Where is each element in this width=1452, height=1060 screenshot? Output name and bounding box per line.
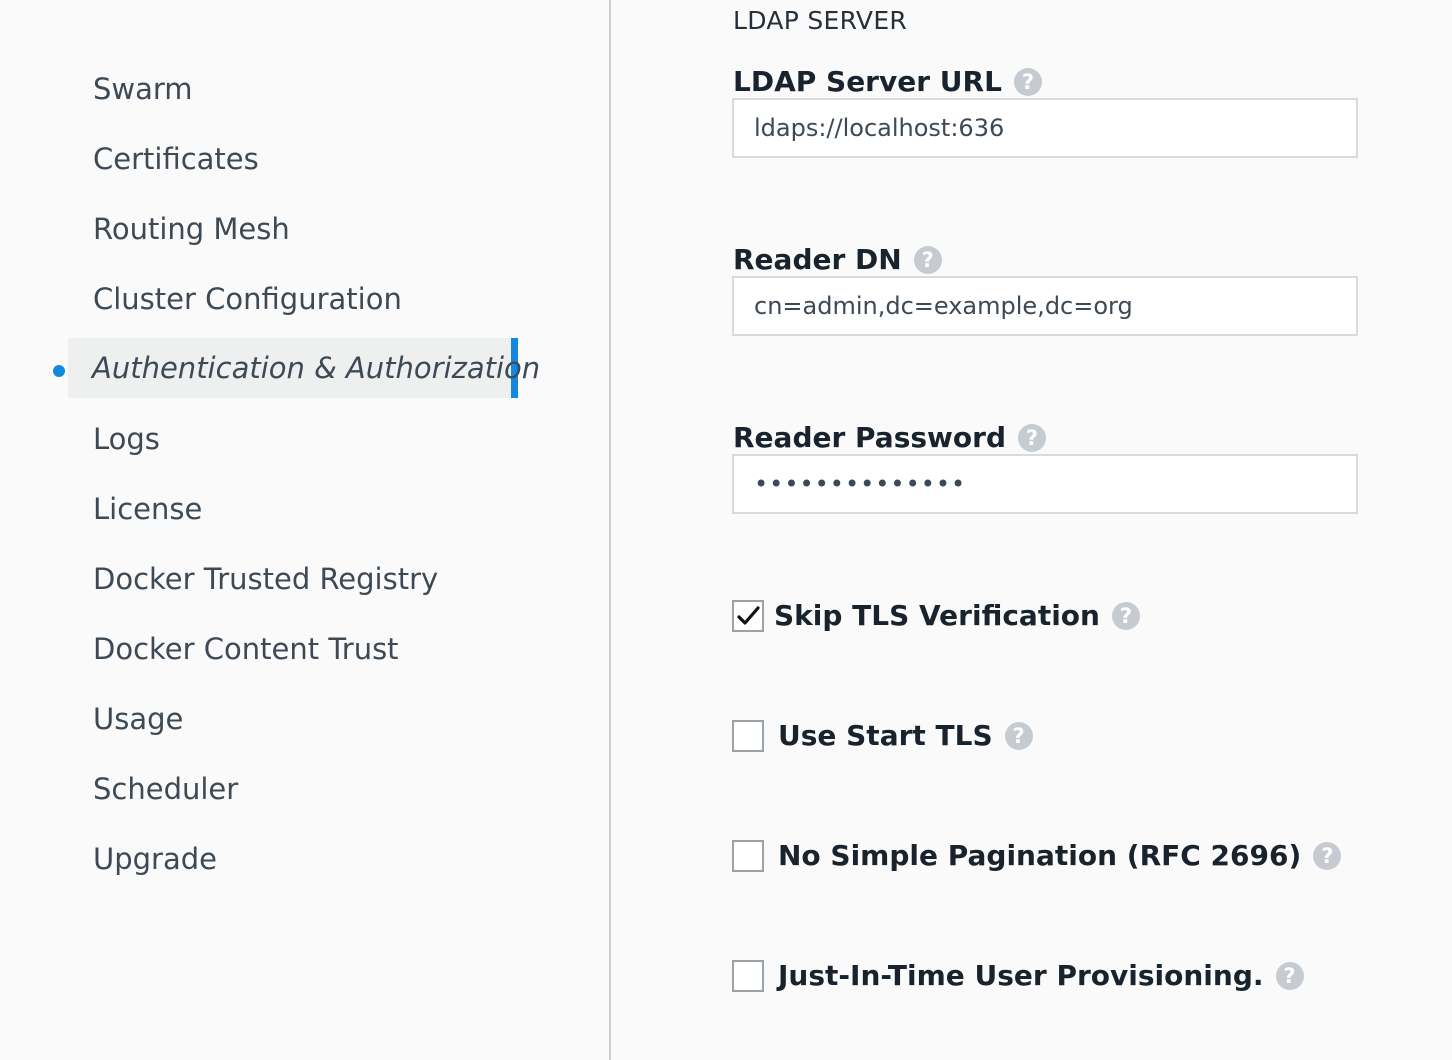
ldap-settings-panel: LDAP SERVER LDAP Server URL ? Reader DN … <box>611 0 1452 1060</box>
sidebar-item-logs[interactable]: Logs <box>93 409 160 469</box>
help-icon[interactable]: ? <box>1013 68 1042 96</box>
sidebar-item-upgrade[interactable]: Upgrade <box>93 829 217 889</box>
start-tls-option: Use Start TLS ? <box>732 718 1033 754</box>
ldap-server-url-label-text: LDAP Server URL <box>733 65 1002 98</box>
sidebar-item-cluster-configuration[interactable]: Cluster Configuration <box>93 269 402 329</box>
reader-dn-label: Reader DN ? <box>733 242 942 278</box>
start-tls-checkbox[interactable] <box>732 720 764 752</box>
jit-provisioning-label[interactable]: Just-In-Time User Provisioning. <box>778 958 1264 994</box>
jit-provisioning-option: Just-In-Time User Provisioning. ? <box>732 958 1304 994</box>
settings-page: Swarm Certificates Routing Mesh Cluster … <box>0 0 1452 1060</box>
sidebar-item-license[interactable]: License <box>93 479 202 539</box>
help-icon[interactable]: ? <box>913 246 942 274</box>
reader-password-label-text: Reader Password <box>733 421 1006 454</box>
reader-dn-label-text: Reader DN <box>733 243 902 276</box>
help-icon[interactable]: ? <box>1111 602 1140 630</box>
help-icon[interactable]: ? <box>1018 424 1046 452</box>
sidebar-item-routing-mesh[interactable]: Routing Mesh <box>93 199 290 259</box>
skip-tls-label[interactable]: Skip TLS Verification <box>774 598 1100 634</box>
help-icon[interactable]: ? <box>1275 962 1304 990</box>
section-title: LDAP SERVER <box>733 6 908 35</box>
settings-sidebar: Swarm Certificates Routing Mesh Cluster … <box>0 0 610 1060</box>
skip-tls-option: Skip TLS Verification ? <box>732 598 1140 634</box>
active-dot-icon <box>53 365 65 377</box>
reader-dn-input[interactable] <box>732 276 1358 336</box>
sidebar-item-swarm[interactable]: Swarm <box>93 59 193 119</box>
ldap-server-url-label: LDAP Server URL ? <box>733 64 1042 100</box>
sidebar-item-authentication-authorization[interactable]: Authentication & Authorization <box>68 338 540 398</box>
sidebar-item-docker-trusted-registry[interactable]: Docker Trusted Registry <box>93 549 438 609</box>
start-tls-label[interactable]: Use Start TLS <box>778 718 993 754</box>
jit-provisioning-checkbox[interactable] <box>732 960 764 992</box>
no-pagination-checkbox[interactable] <box>732 840 764 872</box>
checkmark-icon <box>737 606 760 625</box>
help-icon[interactable]: ? <box>1004 722 1033 750</box>
ldap-server-url-input[interactable] <box>732 98 1358 158</box>
sidebar-item-docker-content-trust[interactable]: Docker Content Trust <box>93 619 399 679</box>
sidebar-item-usage[interactable]: Usage <box>93 689 183 749</box>
help-icon[interactable]: ? <box>1313 842 1342 870</box>
skip-tls-checkbox[interactable] <box>732 600 764 632</box>
reader-password-input[interactable] <box>732 454 1358 514</box>
no-pagination-option: No Simple Pagination (RFC 2696) ? <box>732 838 1342 874</box>
sidebar-item-certificates[interactable]: Certificates <box>93 129 259 189</box>
sidebar-item-scheduler[interactable]: Scheduler <box>93 759 238 819</box>
reader-password-label: Reader Password ? <box>733 420 1046 456</box>
no-pagination-label[interactable]: No Simple Pagination (RFC 2696) <box>778 838 1301 874</box>
